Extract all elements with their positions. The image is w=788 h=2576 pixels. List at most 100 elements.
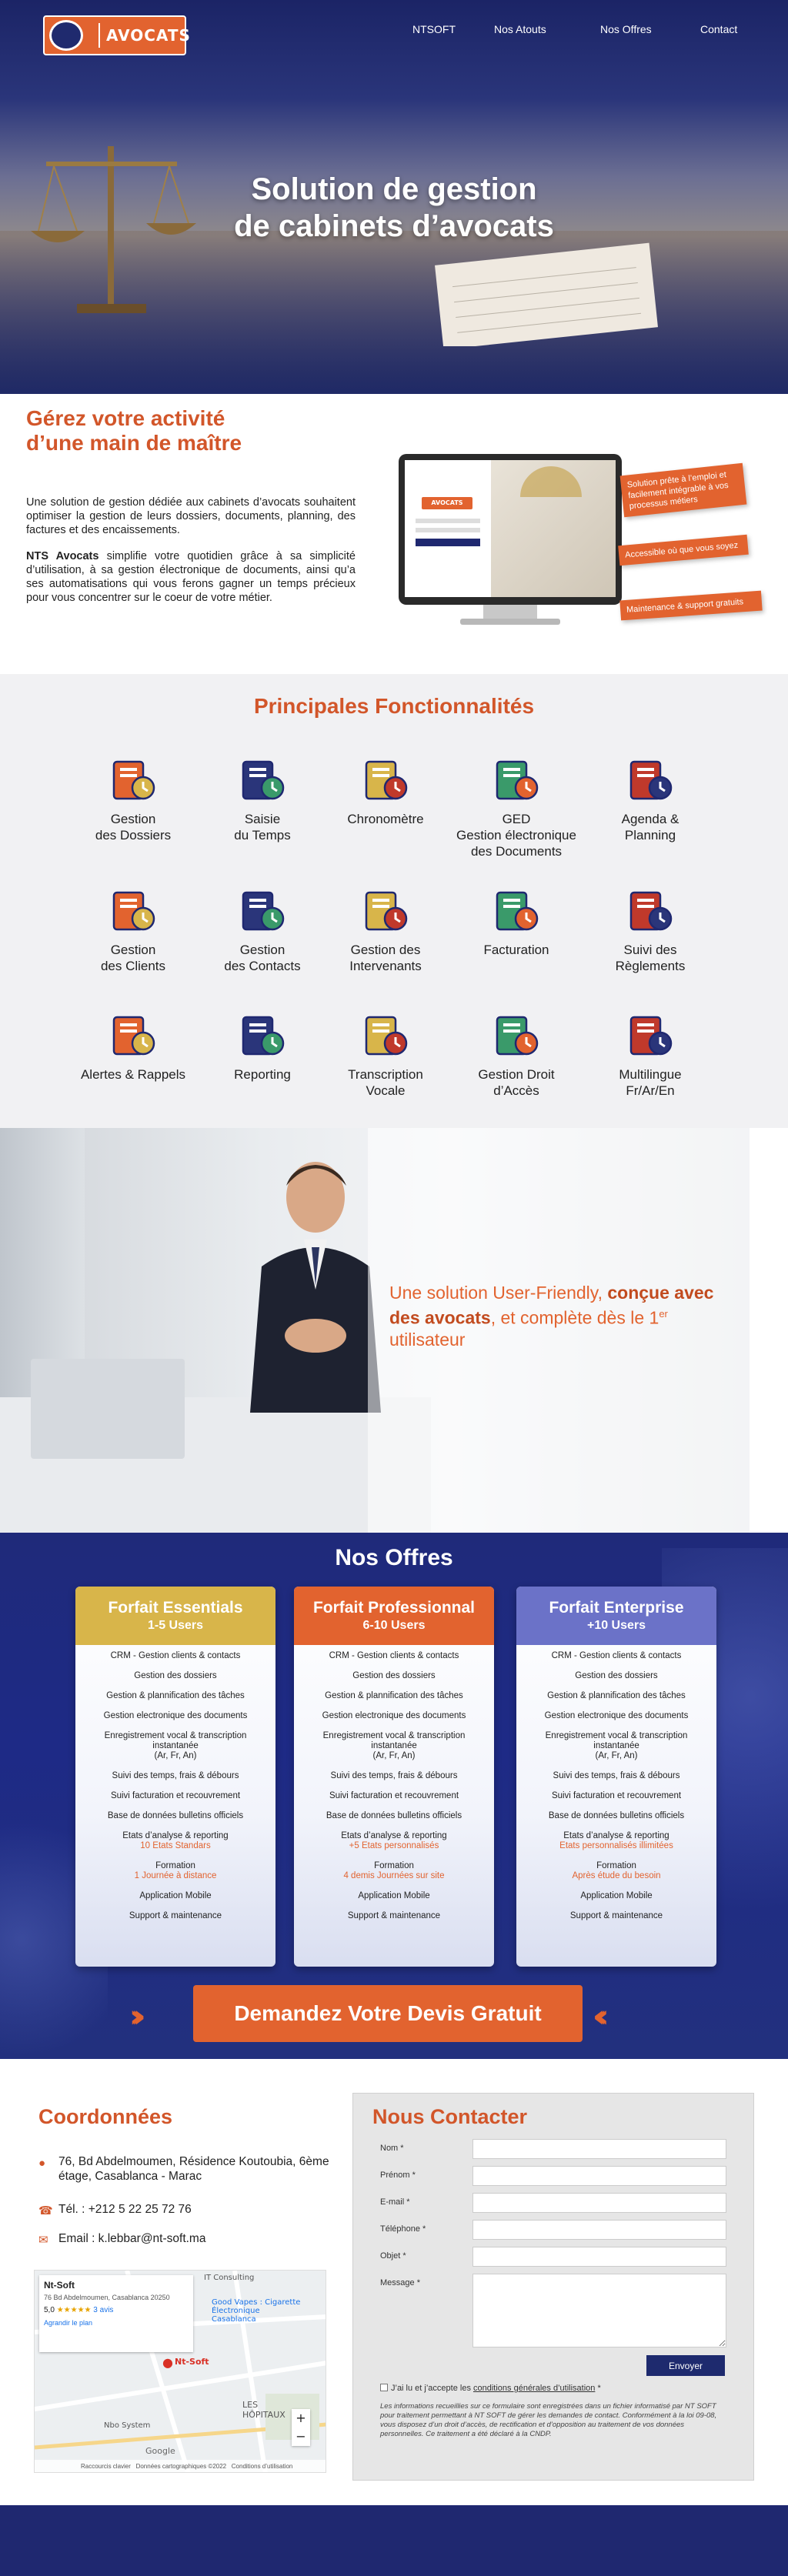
offer-feature-text: Formation bbox=[374, 1861, 414, 1870]
offer-feature-text: Formation bbox=[155, 1861, 195, 1870]
zoom-in-icon[interactable]: + bbox=[292, 2409, 310, 2428]
uf-part1: Une solution User-Friendly, bbox=[389, 1283, 608, 1303]
offer-feature-item: Gestion electronique des documents bbox=[294, 1711, 494, 1721]
about-paragraph-2: NTS Avocats simplifie votre quotidien gr… bbox=[26, 549, 356, 605]
logo-globe-icon bbox=[49, 20, 83, 51]
offer-feature-text: Gestion & plannification des tâches bbox=[325, 1691, 463, 1700]
google-map-embed[interactable]: Nt-Soft 76 Bd Abdelmoumen, Casablanca 20… bbox=[34, 2270, 326, 2473]
email-text[interactable]: Email : k.lebbar@nt-soft.ma bbox=[58, 2231, 346, 2246]
offer-feature-text: Gestion & plannification des tâches bbox=[106, 1691, 245, 1700]
offer-users: 6-10 Users bbox=[362, 1619, 426, 1632]
offer-feature-text: Etats d’analyse & reporting bbox=[563, 1831, 669, 1840]
feature-tag-ready: Solution prête à l’emploi et facilement … bbox=[619, 462, 747, 518]
objet-field[interactable] bbox=[472, 2247, 726, 2267]
about-brand-bold: NTS Avocats bbox=[26, 550, 99, 562]
document-search-icon bbox=[489, 752, 543, 806]
offer-feature-item: Enregistrement vocal & transcription ins… bbox=[516, 1731, 716, 1761]
offer-feature-item: Formation 1 Journée à distance bbox=[75, 1861, 275, 1881]
offer-card-2: Forfait Enterprise +10 Users CRM - Gestion… bbox=[516, 1587, 716, 1967]
about-paragraph-1: Une solution de gestion dédiée aux cabin… bbox=[26, 496, 356, 536]
brand-name: AVOCATS bbox=[106, 26, 191, 45]
offer-feature-text: Etats d’analyse & reporting bbox=[341, 1831, 447, 1840]
offer-feature-text: Suivi facturation et recouvrement bbox=[551, 1791, 682, 1800]
phone-text[interactable]: Tél. : +212 5 22 25 72 76 bbox=[58, 2202, 346, 2217]
offer-feature-text: CRM - Gestion clients & contacts bbox=[110, 1651, 241, 1660]
offer-feature-text: Support & maintenance bbox=[569, 1911, 663, 1920]
feature-label: GED Gestion électronique des Documents bbox=[456, 812, 576, 859]
consent-row: J’ai lu et j’accepte les conditions géné… bbox=[380, 2384, 601, 2393]
offer-feature-list: CRM - Gestion clients & contacts Gestion … bbox=[75, 1651, 275, 1931]
offer-feature-item: Suivi des temps, frais & débours bbox=[294, 1771, 494, 1781]
map-label-ntsoft: Nt-Soft bbox=[175, 2357, 209, 2367]
nav-nos-offres[interactable]: Nos Offres bbox=[600, 23, 652, 35]
feature-clients: Gestion des Clients bbox=[68, 883, 199, 974]
monitor-stand bbox=[483, 605, 537, 620]
offer-feature-text: Gestion electronique des documents bbox=[103, 1711, 248, 1720]
nom-field[interactable] bbox=[472, 2139, 726, 2159]
cta-chevrons-left-icon: ››› bbox=[129, 1999, 146, 2034]
consent-terms-link[interactable]: conditions générales d’utilisation bbox=[473, 2384, 595, 2393]
offer-feature-text: Application Mobile bbox=[139, 1891, 212, 1900]
offer-feature-item: Gestion electronique des documents bbox=[75, 1711, 275, 1721]
map-marker-icon: ● bbox=[162, 2355, 173, 2370]
offer-feature-text: Gestion & plannification des tâches bbox=[547, 1691, 686, 1700]
offer-feature-text: Support & maintenance bbox=[129, 1911, 222, 1920]
offer-card-header: Forfait Enterprise +10 Users bbox=[516, 1587, 716, 1645]
offer-feature-text: CRM - Gestion clients & contacts bbox=[551, 1651, 682, 1660]
consent-checkbox[interactable] bbox=[380, 2384, 388, 2391]
prenom-field[interactable] bbox=[472, 2166, 726, 2186]
feature-microphone: Transcription Vocale bbox=[320, 1008, 451, 1099]
offer-feature-item: Etats d’analyse & reporting Etats personn… bbox=[516, 1831, 716, 1851]
contact-form-title: Nous Contacter bbox=[372, 2105, 528, 2128]
offer-feature-detail: +5 Etats personnalisés bbox=[349, 1841, 439, 1850]
brand-logo[interactable]: AVOCATS bbox=[43, 15, 190, 55]
coordinates-title: Coordonnées bbox=[38, 2105, 173, 2128]
offer-feature-text: Formation bbox=[596, 1861, 636, 1870]
email-icon: ✉ bbox=[38, 2234, 48, 2247]
map-footer-shortcuts[interactable]: Raccourcis clavier bbox=[81, 2463, 131, 2470]
map-place-card: Nt-Soft 76 Bd Abdelmoumen, Casablanca 20… bbox=[39, 2275, 193, 2352]
offer-name: Forfait Professionnal bbox=[312, 1599, 476, 1617]
offer-feature-text: Support & maintenance bbox=[347, 1911, 441, 1920]
address-text: 76, Bd Abdelmoumen, Résidence Koutoubia,… bbox=[58, 2155, 329, 2183]
telephone-field[interactable] bbox=[472, 2220, 726, 2240]
map-footer: Raccourcis clavier Données cartographiqu… bbox=[35, 2460, 326, 2472]
zoom-out-icon[interactable]: − bbox=[292, 2428, 310, 2446]
nav-ntsoft[interactable]: NTSOFT bbox=[412, 23, 456, 35]
map-footer-terms[interactable]: Conditions d’utilisation bbox=[232, 2463, 293, 2470]
map-reviews-link[interactable]: 3 avis bbox=[93, 2306, 113, 2314]
hero-title-line2: de cabinets d’avocats bbox=[234, 209, 554, 243]
message-field[interactable] bbox=[472, 2274, 726, 2347]
hero-notebook-image bbox=[435, 242, 658, 346]
consent-text-post: * bbox=[595, 2384, 601, 2393]
monitor-brand-badge: AVOCATS bbox=[422, 497, 472, 509]
monitor-illustration: AVOCATS bbox=[399, 454, 622, 625]
feature-label: Transcription Vocale bbox=[348, 1067, 423, 1098]
offer-card-header: Forfait Professionnal 6-10 Users bbox=[294, 1587, 494, 1645]
offer-feature-item: Gestion des dossiers bbox=[75, 1671, 275, 1681]
feature-access-lock: Gestion Droit d’Accès bbox=[451, 1008, 582, 1099]
offer-feature-item: Base de données bulletins officiels bbox=[75, 1811, 275, 1821]
feature-document-search: GED Gestion électronique des Documents bbox=[451, 752, 582, 859]
nav-nos-atouts[interactable]: Nos Atouts bbox=[494, 23, 546, 35]
feature-language: Multilingue Fr/Ar/En bbox=[585, 1008, 716, 1099]
offer-feature-text: Suivi des temps, frais & débours bbox=[330, 1771, 458, 1780]
nav-contact[interactable]: Contact bbox=[700, 23, 737, 35]
offer-feature-text: Application Mobile bbox=[358, 1891, 430, 1900]
map-stars-icon: ★★★★★ bbox=[56, 2306, 92, 2314]
map-enlarge-link[interactable]: Agrandir le plan bbox=[44, 2319, 189, 2327]
feature-label: Suivi des Règlements bbox=[615, 943, 686, 973]
offer-feature-item: Etats d’analyse & reporting 10 Etats Stan… bbox=[75, 1831, 275, 1851]
stopwatch-icon bbox=[359, 752, 412, 806]
offer-feature-text: Application Mobile bbox=[580, 1891, 653, 1900]
offer-card-0: Forfait Essentials 1-5 Users CRM - Gestion… bbox=[75, 1587, 275, 1967]
map-zoom-controls[interactable]: + − bbox=[292, 2409, 310, 2446]
offer-feature-item: CRM - Gestion clients & contacts bbox=[75, 1651, 275, 1661]
email-field[interactable] bbox=[472, 2193, 726, 2213]
hero-title-line1: Solution de gestion bbox=[251, 172, 537, 206]
free-quote-button[interactable]: Demandez Votre Devis Gratuit bbox=[193, 1985, 583, 2042]
uf-part3: utilisateur bbox=[389, 1329, 466, 1350]
send-button[interactable]: Envoyer bbox=[646, 2355, 725, 2376]
offer-feature-item: Application Mobile bbox=[516, 1891, 716, 1901]
payments-icon bbox=[623, 883, 677, 937]
